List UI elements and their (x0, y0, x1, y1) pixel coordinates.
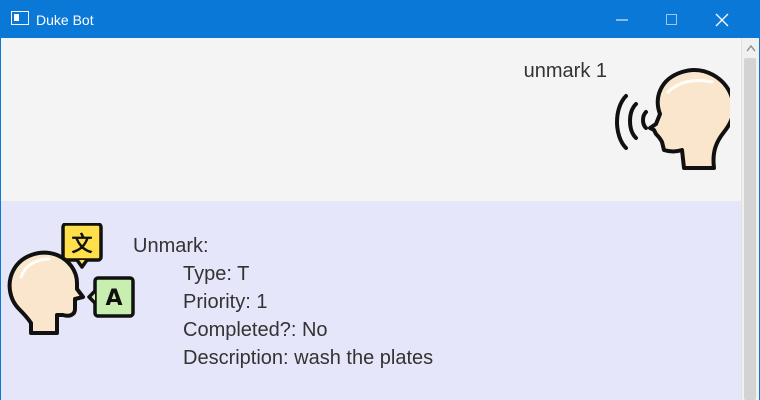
letter-badge-text: A (105, 286, 122, 311)
window-title: Duke Bot (36, 12, 94, 28)
maximize-icon (666, 14, 677, 25)
vertical-scrollbar[interactable] (741, 38, 759, 400)
maximize-button[interactable] (647, 1, 697, 38)
translator-head-icon: 文 A (7, 223, 135, 335)
user-message-text: unmark 1 (523, 60, 607, 82)
bot-message: 文 A Unmark: Type: T Priority: 1 Complete… (1, 201, 741, 400)
bot-heading: Unmark: (133, 235, 209, 257)
scrollbar-thumb[interactable] (744, 58, 756, 400)
close-icon (715, 13, 729, 27)
scroll-up-arrow-icon[interactable] (746, 44, 756, 52)
task-priority: Priority: 1 (183, 291, 268, 313)
user-message: unmark 1 (1, 38, 741, 201)
bot-message-text: Unmark: Type: T Priority: 1 Completed?: … (133, 232, 433, 372)
window-icon (11, 11, 29, 25)
minimize-button[interactable] (597, 1, 647, 38)
task-type: Type: T (183, 263, 250, 285)
task-description: Description: wash the plates (183, 347, 434, 369)
app-window: Duke Bot unmark 1 文 A Unmark: Type: T Pr… (0, 0, 760, 400)
translate-badge-text: 文 (72, 232, 94, 256)
task-completed: Completed?: No (183, 319, 328, 341)
chat-scroll-area[interactable]: unmark 1 文 A Unmark: Type: T Priority: 1… (1, 38, 741, 400)
minimize-icon (616, 19, 628, 21)
close-button[interactable] (697, 1, 747, 38)
title-bar[interactable]: Duke Bot (1, 1, 759, 38)
speaking-head-icon (615, 68, 730, 170)
